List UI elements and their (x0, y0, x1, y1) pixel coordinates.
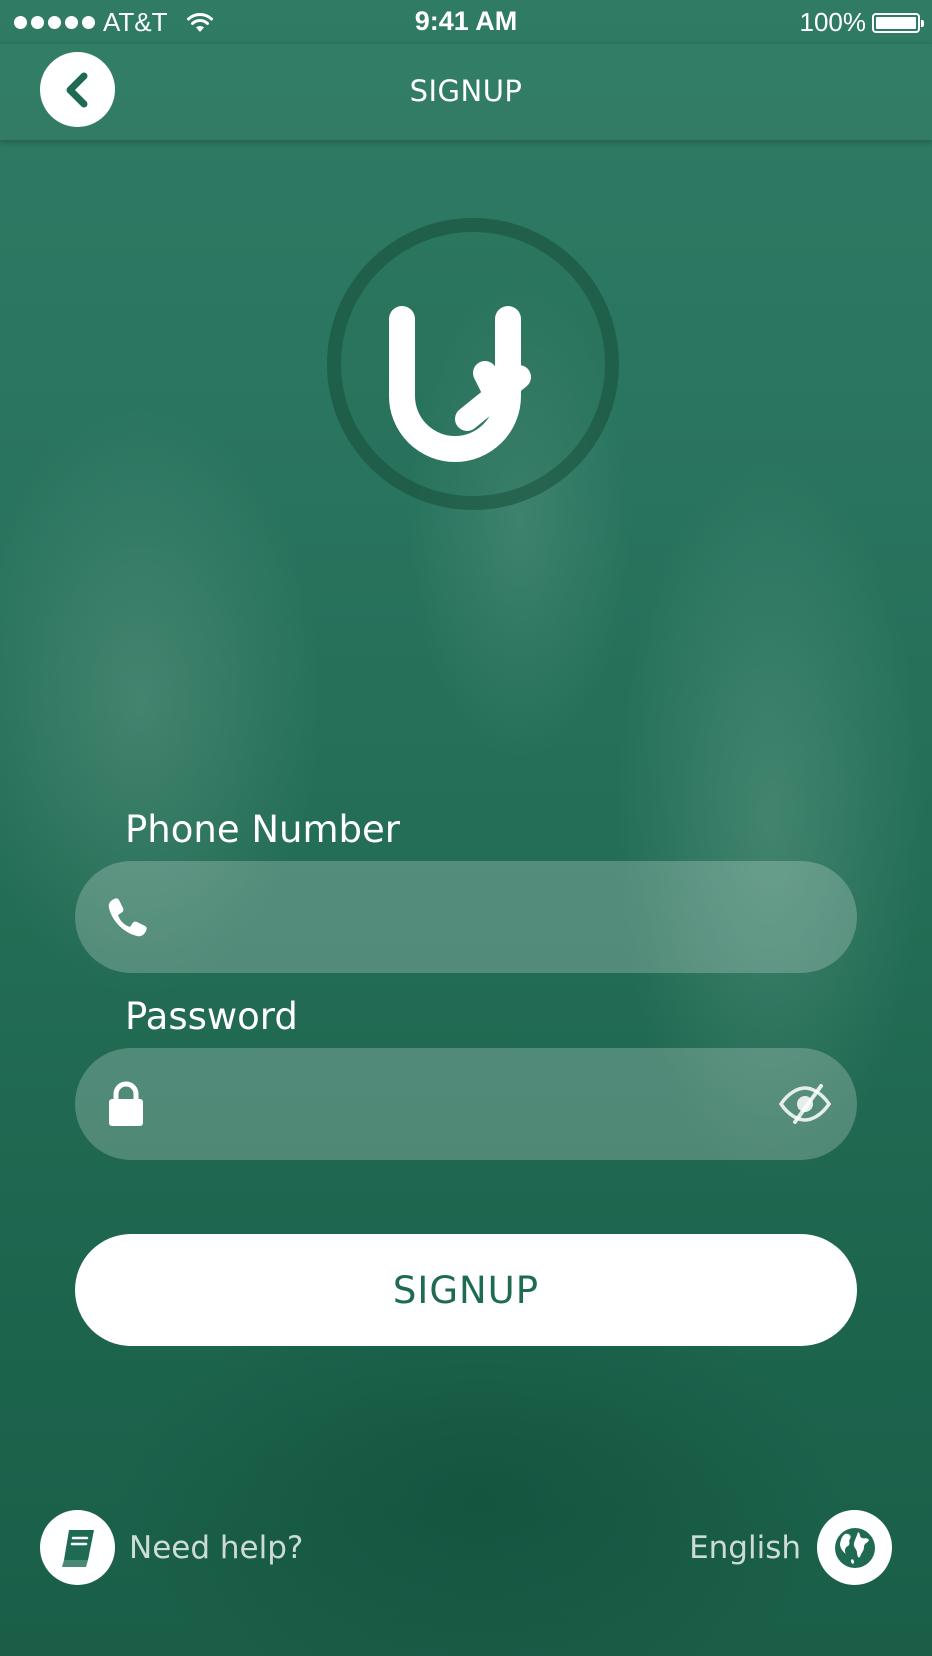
globe-icon (834, 1527, 875, 1568)
need-help-label[interactable]: Need help? (129, 1530, 303, 1566)
status-bar: AT&T 9:41 AM 100% (0, 0, 932, 44)
language-label[interactable]: English (689, 1530, 801, 1566)
language-icon-circle[interactable] (817, 1510, 892, 1585)
lock-icon (109, 1081, 143, 1126)
help-icon-circle[interactable] (40, 1510, 115, 1585)
status-time: 9:41 AM (414, 6, 518, 36)
phone-icon (108, 898, 147, 937)
password-label: Password (125, 995, 298, 1038)
battery-icon (872, 12, 924, 33)
need-help-link[interactable]: Need help? (40, 1510, 303, 1585)
phone-number-label: Phone Number (125, 808, 401, 851)
battery-percentage: 100% (799, 7, 867, 37)
phone-number-input[interactable] (175, 861, 739, 975)
phone-number-field[interactable] (75, 861, 857, 975)
password-input[interactable] (175, 1048, 739, 1162)
book-icon (61, 1529, 94, 1567)
signup-button[interactable]: SIGNUP (75, 1234, 857, 1346)
language-selector[interactable]: English (689, 1510, 892, 1585)
navigation-bar: SIGNUP (0, 44, 932, 140)
password-field[interactable] (75, 1048, 857, 1162)
page-title: SIGNUP (409, 74, 523, 108)
app-logo-icon (389, 306, 531, 462)
status-right: 100% (799, 7, 924, 38)
eye-slash-icon[interactable] (777, 1084, 833, 1124)
app-logo (327, 218, 619, 510)
